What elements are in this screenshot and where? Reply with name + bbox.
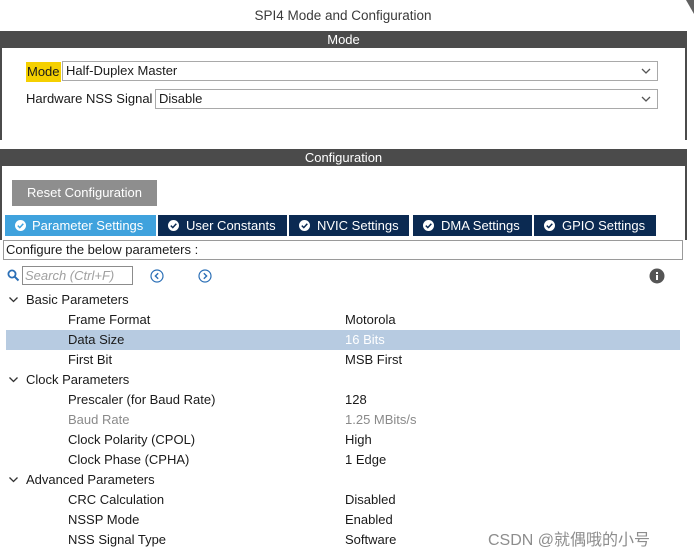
param-row-clock-polarity[interactable]: Clock Polarity (CPOL) High: [0, 430, 680, 450]
param-value: 16 Bits: [345, 332, 385, 347]
param-name: Frame Format: [68, 312, 151, 327]
reset-configuration-button[interactable]: Reset Configuration: [12, 180, 157, 206]
collapse-icon[interactable]: [8, 376, 19, 384]
param-row-crc-calculation[interactable]: CRC Calculation Disabled: [0, 490, 680, 510]
param-name: Prescaler (for Baud Rate): [68, 392, 216, 407]
mode-section-header: Mode: [0, 31, 687, 48]
config-section-header: Configuration: [0, 149, 687, 166]
param-row-frame-format[interactable]: Frame Format Motorola: [0, 310, 680, 330]
param-name: CRC Calculation: [68, 492, 165, 507]
mode-panel-border-left: [0, 48, 2, 140]
info-icon[interactable]: [649, 268, 665, 284]
check-icon: [299, 220, 310, 231]
mode-select[interactable]: Half-Duplex Master: [62, 61, 658, 81]
tab-nvic-settings[interactable]: NVIC Settings: [289, 215, 409, 236]
param-name: First Bit: [68, 352, 113, 367]
param-value: Enabled: [345, 512, 393, 527]
group-label: Clock Parameters: [26, 372, 130, 387]
param-value: Software: [345, 532, 397, 547]
tab-parameter-settings[interactable]: Parameter Settings: [5, 215, 156, 236]
tab-label: GPIO Settings: [562, 218, 646, 233]
mode-panel-border-right: [685, 48, 687, 140]
window-edge: [686, 0, 694, 554]
group-basic-parameters[interactable]: Basic Parameters: [0, 290, 680, 310]
param-value: Disabled: [345, 492, 396, 507]
nss-select[interactable]: Disable: [155, 89, 658, 109]
group-advanced-parameters[interactable]: Advanced Parameters: [0, 470, 680, 490]
check-icon: [15, 220, 26, 231]
param-row-baud-rate: Baud Rate 1.25 MBits/s: [0, 410, 680, 430]
chevron-down-icon: [641, 96, 651, 102]
config-panel-border-right: [685, 166, 687, 240]
nss-label: Hardware NSS Signal: [26, 91, 153, 106]
tab-dma-settings[interactable]: DMA Settings: [413, 215, 532, 236]
tab-gpio-settings[interactable]: GPIO Settings: [534, 215, 656, 236]
search-placeholder: Search (Ctrl+F): [25, 268, 115, 283]
group-label: Basic Parameters: [26, 292, 129, 307]
param-name: Baud Rate: [68, 412, 130, 427]
collapse-icon[interactable]: [8, 476, 19, 484]
param-value: 1.25 MBits/s: [345, 412, 417, 427]
tab-user-constants[interactable]: User Constants: [158, 215, 287, 236]
next-icon[interactable]: [198, 269, 212, 283]
param-row-data-size[interactable]: Data Size 16 Bits: [6, 330, 680, 350]
param-name: Clock Phase (CPHA): [68, 452, 190, 467]
param-row-clock-phase[interactable]: Clock Phase (CPHA) 1 Edge: [0, 450, 680, 470]
tab-label: DMA Settings: [441, 218, 520, 233]
param-value: MSB First: [345, 352, 403, 367]
param-row-prescaler[interactable]: Prescaler (for Baud Rate) 128: [0, 390, 680, 410]
chevron-down-icon: [641, 68, 651, 74]
param-name: Clock Polarity (CPOL): [68, 432, 196, 447]
check-icon: [423, 220, 434, 231]
check-icon: [168, 220, 179, 231]
search-input[interactable]: Search (Ctrl+F): [22, 266, 133, 285]
param-value: Motorola: [345, 312, 396, 327]
search-icon[interactable]: [7, 269, 20, 282]
configure-instructions: Configure the below parameters :: [3, 240, 683, 260]
group-clock-parameters[interactable]: Clock Parameters: [0, 370, 680, 390]
group-label: Advanced Parameters: [26, 472, 155, 487]
param-value: High: [345, 432, 372, 447]
tab-label: User Constants: [186, 218, 276, 233]
watermark: CSDN @就偶哦的小号: [488, 532, 651, 549]
param-value: 128: [345, 392, 367, 407]
check-icon: [544, 220, 555, 231]
mode-select-value: Half-Duplex Master: [66, 63, 178, 78]
param-name: NSS Signal Type: [68, 532, 167, 547]
window-title: SPI4 Mode and Configuration: [254, 8, 432, 23]
collapse-icon[interactable]: [8, 296, 19, 304]
tab-label: Parameter Settings: [32, 218, 144, 233]
prev-icon[interactable]: [150, 269, 164, 283]
tab-label: NVIC Settings: [317, 218, 399, 233]
param-name: Data Size: [68, 332, 125, 347]
config-panel-border-left: [0, 166, 2, 240]
nss-select-value: Disable: [159, 91, 203, 106]
param-row-first-bit[interactable]: First Bit MSB First: [0, 350, 680, 370]
param-value: 1 Edge: [345, 452, 387, 467]
mode-label: Mode: [26, 62, 61, 82]
param-name: NSSP Mode: [68, 512, 140, 527]
